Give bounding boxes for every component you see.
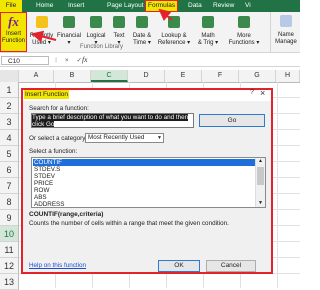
arrow-to-formulas-tab	[158, 8, 173, 22]
annotation-arrows	[31, 8, 173, 43]
arrow-to-insert-function	[31, 30, 57, 43]
